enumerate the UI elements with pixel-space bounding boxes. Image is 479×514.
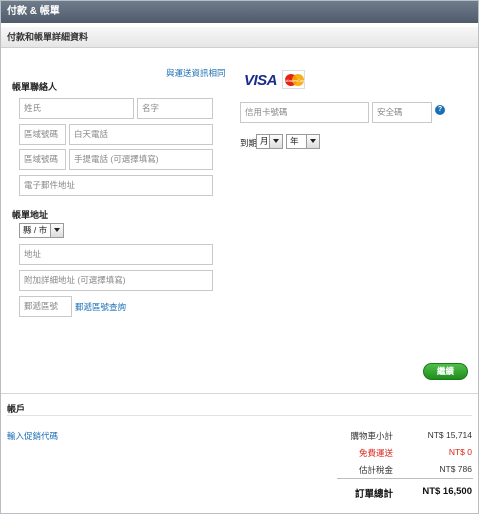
same-as-shipping-link[interactable]: 與運送資訊相同 [166, 67, 226, 79]
mobile-area-code-field[interactable]: 區域號碼 [19, 149, 66, 170]
address-field[interactable]: 地址 [19, 244, 213, 265]
continue-button[interactable]: 繼續 [423, 363, 468, 380]
divider [1, 393, 478, 394]
expiry-label: 到期 [240, 138, 258, 148]
help-icon[interactable]: ? [435, 105, 445, 115]
mobile-phone-field[interactable]: 手提電話 (可選擇填寫) [69, 149, 213, 170]
subtotal-value: NT$ 15,714 [427, 430, 472, 440]
county-select-value: 縣 / 市 [23, 225, 48, 235]
area-code-field[interactable]: 區域號碼 [19, 124, 66, 145]
county-select[interactable]: 縣 / 市 [19, 223, 64, 238]
email-field[interactable]: 電子郵件地址 [19, 175, 213, 196]
payment-window: 付款 & 帳單 付款和帳單詳細資料 與運送資訊相同 帳單聯絡人 姓氏 名字 區域… [0, 0, 479, 514]
first-name-field[interactable]: 名字 [137, 98, 213, 119]
chevron-down-icon [50, 224, 63, 237]
day-phone-field[interactable]: 白天電話 [69, 124, 213, 145]
tax-value: NT$ 786 [439, 464, 472, 474]
shipping-label: 免費運送 [358, 448, 393, 458]
card-number-field[interactable]: 信用卡號碼 [240, 102, 369, 123]
chevron-down-icon [269, 135, 282, 148]
account-heading: 帳戶 [7, 404, 26, 414]
subtotal-label: 購物車小計 [350, 431, 393, 441]
last-name-field[interactable]: 姓氏 [19, 98, 134, 119]
postal-code-field[interactable]: 郵遞區號 [19, 296, 72, 317]
tax-label: 估計稅金 [358, 465, 393, 475]
visa-logo: VISA [244, 72, 278, 89]
section-title: 付款和帳單詳細資料 [1, 27, 478, 48]
mastercard-logo-text: MasterCard [285, 78, 306, 83]
expiry-month-select[interactable]: 月 [256, 134, 283, 149]
address-extra-field[interactable]: 附加詳細地址 (可選擇填寫) [19, 270, 213, 291]
billing-address-heading: 帳單地址 [12, 210, 49, 220]
window-title: 付款 & 帳單 [1, 1, 478, 23]
billing-contact-heading: 帳單聯絡人 [12, 82, 58, 92]
account-divider [7, 415, 472, 416]
postal-lookup-link[interactable]: 郵遞區號查詢 [75, 301, 126, 313]
shipping-value: NT$ 0 [448, 447, 472, 457]
promo-code-link[interactable]: 輸入促銷代碼 [7, 430, 58, 442]
order-total-label: 訂單總計 [354, 489, 393, 500]
expiry-year-value: 年 [290, 136, 299, 146]
chevron-down-icon [306, 135, 319, 148]
expiry-month-value: 月 [260, 136, 269, 146]
mastercard-logo: MasterCard [282, 70, 306, 89]
total-divider [337, 478, 473, 479]
expiry-year-select[interactable]: 年 [286, 134, 320, 149]
security-code-field[interactable]: 安全碼 [372, 102, 432, 123]
order-total-value: NT$ 16,500 [422, 486, 472, 497]
